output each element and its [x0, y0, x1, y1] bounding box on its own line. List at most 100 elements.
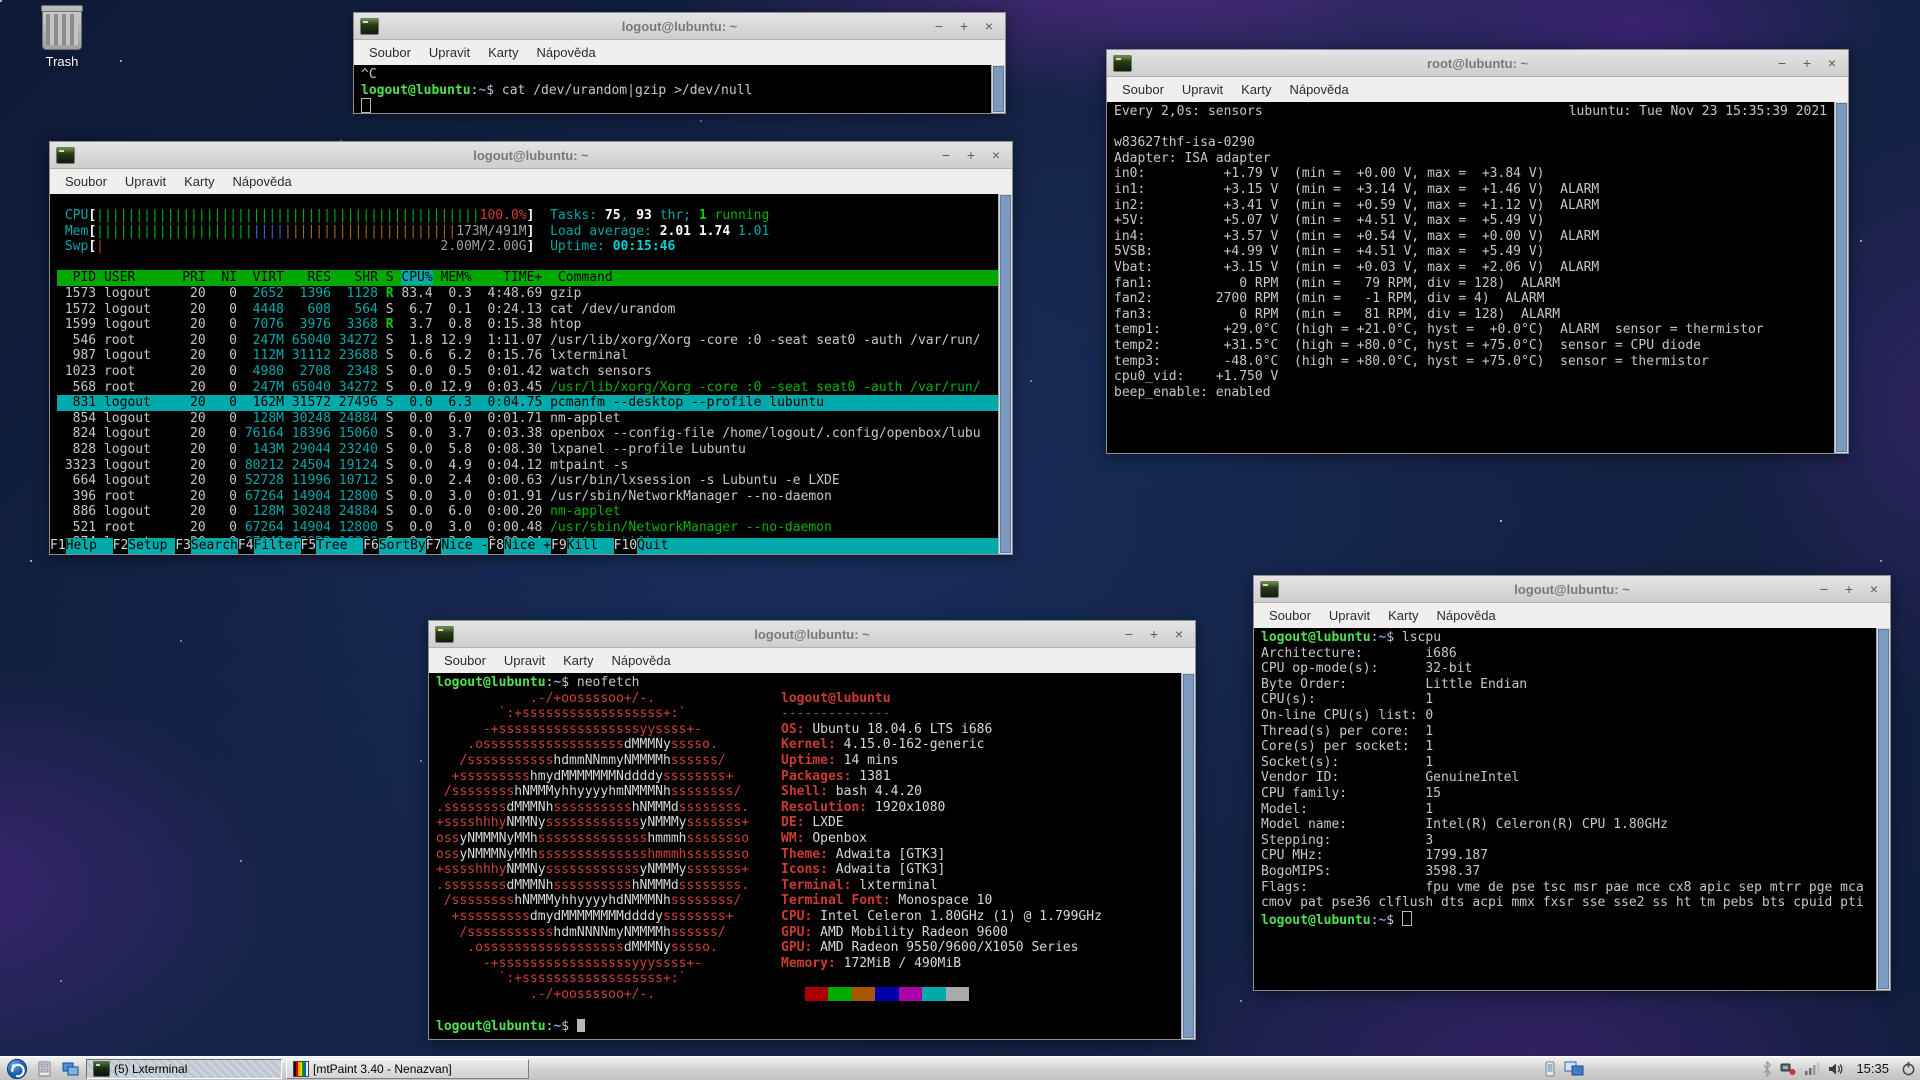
scrollbar-thumb[interactable]: [1000, 195, 1011, 553]
scrollbar[interactable]: [998, 194, 1012, 554]
fkey-action[interactable]: Nice -: [441, 538, 488, 554]
maximize-button[interactable]: +: [963, 143, 979, 167]
process-row[interactable]: 1023 root 20 0 4980 2708 2348 S 0.0 0.5 …: [57, 364, 999, 380]
fkey-action[interactable]: Search: [191, 538, 238, 554]
menu-item-upravit[interactable]: Upravit: [422, 43, 477, 62]
fkey-action[interactable]: SortBy: [379, 538, 426, 554]
titlebar[interactable]: root@lubuntu: ~−+×: [1107, 50, 1848, 77]
fkey-label[interactable]: F10: [614, 538, 637, 554]
menu-item-upravit[interactable]: Upravit: [1175, 80, 1230, 99]
scrollbar[interactable]: [1876, 628, 1890, 990]
task-button-lxterminal[interactable]: (5) Lxterminal: [86, 1059, 282, 1079]
shutdown-button[interactable]: [1901, 1061, 1916, 1076]
close-button[interactable]: ×: [1824, 51, 1840, 75]
fkey-label[interactable]: F7: [426, 538, 442, 554]
close-button[interactable]: ×: [1171, 622, 1187, 646]
close-button[interactable]: ×: [1866, 577, 1882, 601]
close-button[interactable]: ×: [981, 14, 997, 38]
task-button-mtpaint[interactable]: [mtPaint 3.40 - Nenazvan]: [286, 1059, 529, 1079]
fkey-label[interactable]: F9: [551, 538, 567, 554]
process-row[interactable]: 1573 logout 20 0 2652 1396 1128 R 83.4 0…: [57, 286, 999, 302]
menu-item-soubor[interactable]: Soubor: [362, 43, 418, 62]
fkey-action[interactable]: Tree: [316, 538, 363, 554]
fkey-action[interactable]: Setup: [128, 538, 175, 554]
desktop-pager-icon[interactable]: [61, 1059, 81, 1079]
titlebar[interactable]: logout@lubuntu: ~−+×: [50, 142, 1012, 169]
menu-item-karty[interactable]: Karty: [177, 172, 221, 191]
minimize-button[interactable]: −: [931, 14, 947, 38]
menu-item-soubor[interactable]: Soubor: [1115, 80, 1171, 99]
menu-item-upravit[interactable]: Upravit: [497, 651, 552, 670]
maximize-button[interactable]: +: [1799, 51, 1815, 75]
connections-tray-icon[interactable]: [1780, 1062, 1796, 1076]
bluetooth-tray-icon[interactable]: [1762, 1061, 1772, 1077]
menu-item-nápověda[interactable]: Nápověda: [1429, 606, 1502, 625]
fkey-label[interactable]: F5: [301, 538, 317, 554]
minimize-button[interactable]: −: [1816, 577, 1832, 601]
screensaver-tray-icon[interactable]: [1544, 1061, 1556, 1077]
process-row[interactable]: 396 root 20 0 67264 14904 12800 S 0.0 3.…: [57, 489, 999, 505]
scrollbar[interactable]: [1834, 102, 1848, 453]
terminal-content[interactable]: logout@lubuntu:~$ neofetch .-/+oossssoo+…: [429, 673, 1182, 1039]
start-menu-button[interactable]: [6, 1058, 28, 1080]
process-row[interactable]: 854 logout 20 0 128M 30248 24884 S 0.0 6…: [57, 411, 999, 427]
clock[interactable]: 15:35: [1856, 1061, 1889, 1076]
close-button[interactable]: ×: [988, 143, 1004, 167]
fkey-label[interactable]: F2: [113, 538, 129, 554]
fkey-label[interactable]: F1: [50, 538, 66, 554]
scrollbar-thumb[interactable]: [993, 66, 1004, 112]
titlebar[interactable]: logout@lubuntu: ~−+×: [429, 621, 1195, 648]
minimize-button[interactable]: −: [1121, 622, 1137, 646]
menu-item-nápověda[interactable]: Nápověda: [1282, 80, 1355, 99]
menu-item-karty[interactable]: Karty: [481, 43, 525, 62]
menu-item-upravit[interactable]: Upravit: [1322, 606, 1377, 625]
menu-item-karty[interactable]: Karty: [1381, 606, 1425, 625]
titlebar[interactable]: logout@lubuntu: ~−+×: [354, 13, 1005, 40]
fkey-label[interactable]: F8: [488, 538, 504, 554]
terminal-content[interactable]: CPU[||||||||||||||||||||||||||||||||||||…: [50, 194, 999, 554]
network-monitor-tray-icon[interactable]: [1564, 1061, 1584, 1077]
menu-item-nápověda[interactable]: Nápověda: [604, 651, 677, 670]
volume-tray-icon[interactable]: [1828, 1062, 1844, 1076]
titlebar[interactable]: logout@lubuntu: ~−+×: [1254, 576, 1890, 603]
fkey-label[interactable]: F3: [175, 538, 191, 554]
terminal-content[interactable]: Every 2,0s: sensorslubuntu: Tue Nov 23 1…: [1107, 102, 1835, 453]
minimize-button[interactable]: −: [1774, 51, 1790, 75]
process-row[interactable]: 886 logout 20 0 128M 30248 24884 S 0.0 6…: [57, 504, 999, 520]
fkey-action[interactable]: Quit: [637, 538, 668, 554]
fkey-label[interactable]: F4: [238, 538, 254, 554]
menu-item-karty[interactable]: Karty: [556, 651, 600, 670]
trash-icon[interactable]: [42, 8, 82, 50]
process-row[interactable]: 546 root 20 0 247M 65040 34272 S 1.8 12.…: [57, 333, 999, 349]
file-manager-launcher-icon[interactable]: [35, 1059, 55, 1079]
menu-item-soubor[interactable]: Soubor: [58, 172, 114, 191]
maximize-button[interactable]: +: [1146, 622, 1162, 646]
process-row[interactable]: 824 logout 20 0 76164 18396 15060 S 0.0 …: [57, 426, 999, 442]
scrollbar[interactable]: [1181, 673, 1195, 1039]
signal-strength-tray-icon[interactable]: [1804, 1062, 1820, 1076]
menu-item-nápověda[interactable]: Nápověda: [225, 172, 298, 191]
menu-item-nápověda[interactable]: Nápověda: [529, 43, 602, 62]
fkey-action[interactable]: Kill: [567, 538, 614, 554]
process-row[interactable]: 831 logout 20 0 162M 31572 27496 S 0.0 6…: [57, 395, 999, 411]
function-key-bar[interactable]: F1Help F2Setup F3SearchF4FilterF5Tree F6…: [50, 538, 999, 554]
scrollbar[interactable]: [991, 65, 1005, 113]
terminal-content[interactable]: ^Clogout@lubuntu:~$ cat /dev/urandom|gzi…: [354, 65, 992, 113]
maximize-button[interactable]: +: [956, 14, 972, 38]
process-row[interactable]: 1599 logout 20 0 7076 3976 3368 R 3.7 0.…: [57, 317, 999, 333]
trash-desktop-icon[interactable]: Trash: [30, 8, 94, 69]
process-row[interactable]: 828 logout 20 0 143M 29044 23240 S 0.0 5…: [57, 442, 999, 458]
menu-item-soubor[interactable]: Soubor: [437, 651, 493, 670]
scrollbar-thumb[interactable]: [1878, 629, 1889, 989]
scrollbar-thumb[interactable]: [1836, 103, 1847, 452]
scrollbar-thumb[interactable]: [1183, 674, 1194, 1038]
menu-item-soubor[interactable]: Soubor: [1262, 606, 1318, 625]
process-table-header[interactable]: PID USER PRI NI VIRT RES SHR S CPU% MEM%…: [57, 270, 999, 286]
process-row[interactable]: 3323 logout 20 0 80212 24504 19124 S 0.0…: [57, 458, 999, 474]
fkey-action[interactable]: Filter: [254, 538, 301, 554]
fkey-action[interactable]: Nice +: [504, 538, 551, 554]
fkey-action[interactable]: Help: [66, 538, 113, 554]
terminal-content[interactable]: logout@lubuntu:~$ lscpuArchitecture: i68…: [1254, 628, 1877, 990]
process-row[interactable]: 987 logout 20 0 112M 31112 23688 S 0.6 6…: [57, 348, 999, 364]
maximize-button[interactable]: +: [1841, 577, 1857, 601]
